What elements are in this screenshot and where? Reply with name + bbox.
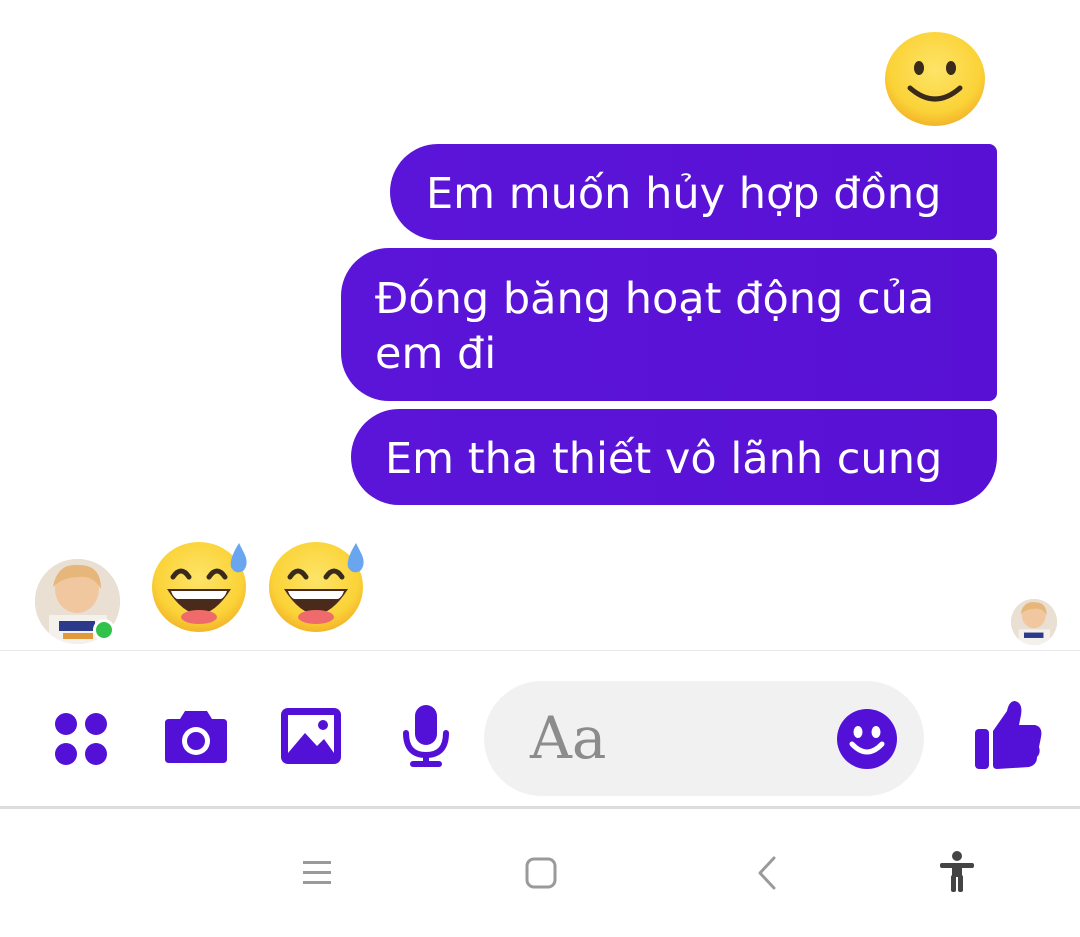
message-input-placeholder: Aa [530, 704, 607, 772]
recent-apps-button[interactable] [290, 847, 344, 899]
sent-message-bubble[interactable]: Em tha thiết vô lãnh cung [351, 409, 997, 505]
microphone-button[interactable] [396, 701, 456, 771]
messenger-screen: Em muốn hủy hợp đồng Đóng băng hoạt động… [0, 0, 1080, 937]
emoji-icon [837, 709, 897, 769]
message-text: Em muốn hủy hợp đồng [426, 169, 942, 219]
message-input[interactable]: Aa [484, 681, 924, 796]
message-text: Đóng băng hoạt động của em đi [375, 274, 935, 379]
like-button[interactable] [970, 695, 1046, 773]
back-icon [758, 856, 776, 890]
emoji-button[interactable] [836, 708, 898, 774]
message-text: Em tha thiết vô lãnh cung [385, 434, 943, 484]
back-button[interactable] [740, 847, 794, 899]
camera-icon [165, 711, 227, 763]
accessibility-button[interactable] [930, 845, 984, 899]
seen-receipt-avatar [1011, 599, 1057, 645]
camera-button[interactable] [160, 703, 232, 769]
gallery-button[interactable] [276, 703, 346, 769]
online-status-indicator [93, 619, 115, 641]
sent-message-bubble[interactable]: Đóng băng hoạt động của em đi [341, 248, 997, 401]
apps-icon [55, 713, 107, 765]
apps-button[interactable] [50, 708, 112, 770]
microphone-icon [403, 705, 449, 767]
sent-message-bubble[interactable]: Em muốn hủy hợp đồng [390, 144, 997, 240]
thumbs-up-icon [975, 701, 1042, 769]
gallery-icon [281, 708, 341, 764]
grinning-face-with-sweat-icon [152, 542, 247, 632]
system-navigation-bar [0, 809, 1080, 937]
message-composer: Aa [0, 651, 1080, 806]
chat-thread[interactable]: Em muốn hủy hợp đồng Đóng băng hoạt động… [0, 0, 1080, 650]
home-button[interactable] [514, 847, 568, 899]
grinning-face-with-sweat-icon [269, 542, 364, 632]
home-icon [525, 857, 557, 889]
slightly-smiling-face-icon [885, 32, 985, 126]
accessibility-icon [940, 851, 974, 892]
recent-apps-icon [303, 861, 331, 884]
